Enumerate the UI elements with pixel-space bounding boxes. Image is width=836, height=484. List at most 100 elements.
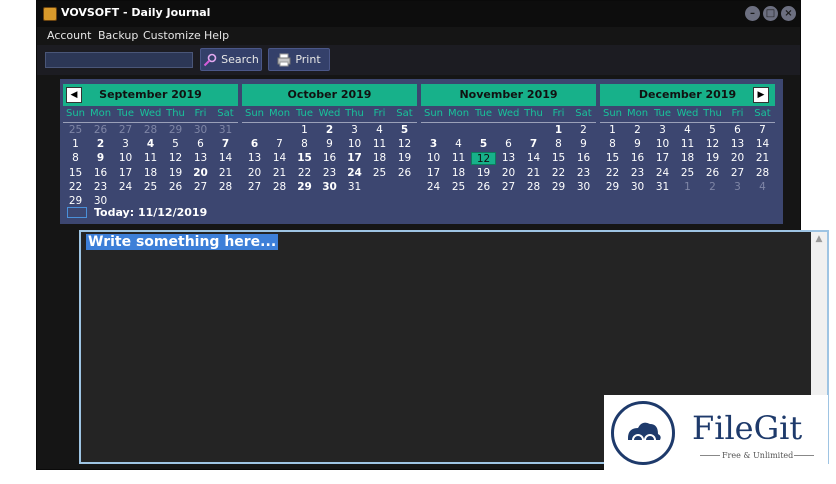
menu-customize[interactable]: Customize: [143, 29, 201, 42]
calendar-day[interactable]: 26: [392, 167, 417, 180]
calendar-day[interactable]: 19: [700, 152, 725, 165]
calendar-day-today[interactable]: 12: [471, 152, 496, 166]
calendar-day[interactable]: 1: [546, 124, 571, 137]
calendar-day[interactable]: 22: [600, 167, 625, 180]
scroll-up-icon[interactable]: ▲: [811, 234, 827, 244]
calendar-day[interactable]: 9: [317, 138, 342, 151]
calendar-day[interactable]: 23: [88, 181, 113, 194]
calendar-day[interactable]: 27: [242, 181, 267, 194]
calendar-day[interactable]: 5: [471, 138, 496, 151]
calendar-day[interactable]: 25: [367, 167, 392, 180]
next-month-icon[interactable]: ▶: [753, 87, 769, 103]
calendar-day[interactable]: 16: [571, 152, 596, 165]
calendar-day[interactable]: 23: [571, 167, 596, 180]
calendar-day[interactable]: 12: [392, 138, 417, 151]
menu-account[interactable]: Account: [47, 29, 91, 42]
calendar-day[interactable]: 10: [113, 152, 138, 165]
calendar-day[interactable]: 21: [267, 167, 292, 180]
calendar-day[interactable]: 2: [700, 181, 725, 194]
calendar-day[interactable]: 29: [292, 181, 317, 194]
calendar-day[interactable]: 29: [600, 181, 625, 194]
calendar-day[interactable]: 8: [63, 152, 88, 165]
calendar-day[interactable]: 23: [625, 167, 650, 180]
calendar-day[interactable]: 4: [446, 138, 471, 151]
title-bar[interactable]: VOVSOFT - Daily Journal – □ ×: [37, 1, 800, 27]
calendar-day[interactable]: 27: [725, 167, 750, 180]
calendar-day[interactable]: 28: [267, 181, 292, 194]
calendar-day[interactable]: 24: [650, 167, 675, 180]
calendar-day[interactable]: 15: [546, 152, 571, 165]
calendar-day[interactable]: 19: [392, 152, 417, 165]
calendar-day[interactable]: 13: [496, 152, 521, 165]
calendar-day[interactable]: 14: [267, 152, 292, 165]
calendar-day[interactable]: 9: [571, 138, 596, 151]
calendar-day[interactable]: 21: [750, 152, 775, 165]
print-button[interactable]: Print: [268, 48, 330, 71]
calendar-day[interactable]: 8: [600, 138, 625, 151]
editor-text[interactable]: Write something here...: [86, 234, 279, 250]
calendar-day[interactable]: 3: [421, 138, 446, 151]
calendar-day[interactable]: 16: [625, 152, 650, 165]
calendar-day[interactable]: 20: [496, 167, 521, 180]
calendar-day[interactable]: 2: [317, 124, 342, 137]
calendar-day[interactable]: 29: [546, 181, 571, 194]
calendar-day[interactable]: 28: [750, 167, 775, 180]
calendar-day[interactable]: 14: [521, 152, 546, 165]
calendar-day[interactable]: 17: [113, 167, 138, 180]
calendar-day[interactable]: 30: [317, 181, 342, 194]
calendar-day[interactable]: 18: [675, 152, 700, 165]
calendar-day[interactable]: 16: [317, 152, 342, 165]
calendar-day[interactable]: 24: [342, 167, 367, 180]
calendar-day[interactable]: 17: [650, 152, 675, 165]
calendar-day[interactable]: 22: [63, 181, 88, 194]
calendar-day[interactable]: 26: [88, 124, 113, 137]
calendar-day[interactable]: 7: [521, 138, 546, 151]
calendar-day[interactable]: 29: [163, 124, 188, 137]
calendar-day[interactable]: 18: [138, 167, 163, 180]
maximize-icon[interactable]: □: [763, 6, 778, 21]
calendar-day[interactable]: 4: [750, 181, 775, 194]
calendar-day[interactable]: 21: [213, 167, 238, 180]
calendar-day[interactable]: 18: [446, 167, 471, 180]
calendar-day[interactable]: 16: [88, 167, 113, 180]
calendar-day[interactable]: 1: [292, 124, 317, 137]
calendar-day[interactable]: 31: [650, 181, 675, 194]
calendar-day[interactable]: 10: [650, 138, 675, 151]
calendar-day[interactable]: 31: [213, 124, 238, 137]
calendar-day[interactable]: 6: [725, 124, 750, 137]
search-input[interactable]: [45, 52, 193, 68]
calendar-day[interactable]: 27: [188, 181, 213, 194]
calendar-day[interactable]: 6: [496, 138, 521, 151]
prev-month-icon[interactable]: ◀: [66, 87, 82, 103]
calendar-day[interactable]: 17: [342, 152, 367, 165]
calendar-day[interactable]: 2: [88, 138, 113, 151]
calendar-day[interactable]: 28: [213, 181, 238, 194]
calendar-day[interactable]: 1: [63, 138, 88, 151]
calendar-day[interactable]: 12: [700, 138, 725, 151]
calendar-day[interactable]: 3: [113, 138, 138, 151]
calendar-day[interactable]: 3: [342, 124, 367, 137]
calendar-day[interactable]: 20: [188, 167, 213, 180]
calendar-day[interactable]: 11: [367, 138, 392, 151]
calendar-day[interactable]: 3: [725, 181, 750, 194]
calendar-day[interactable]: 30: [188, 124, 213, 137]
calendar-day[interactable]: 22: [292, 167, 317, 180]
calendar-day[interactable]: 14: [213, 152, 238, 165]
calendar-day[interactable]: 9: [88, 152, 113, 165]
calendar-day[interactable]: 31: [342, 181, 367, 194]
calendar-day[interactable]: 19: [471, 167, 496, 180]
calendar-day[interactable]: 25: [63, 124, 88, 137]
calendar-day[interactable]: 24: [113, 181, 138, 194]
calendar-day[interactable]: 25: [138, 181, 163, 194]
calendar-day[interactable]: 2: [625, 124, 650, 137]
calendar-day[interactable]: 30: [88, 195, 113, 208]
calendar-day[interactable]: 14: [750, 138, 775, 151]
calendar-day[interactable]: 25: [446, 181, 471, 194]
calendar-day[interactable]: 6: [188, 138, 213, 151]
calendar-day[interactable]: 1: [675, 181, 700, 194]
calendar-day[interactable]: 15: [63, 167, 88, 180]
calendar-day[interactable]: 3: [650, 124, 675, 137]
calendar-day[interactable]: 5: [163, 138, 188, 151]
calendar-day[interactable]: 1: [600, 124, 625, 137]
calendar-day[interactable]: 20: [725, 152, 750, 165]
